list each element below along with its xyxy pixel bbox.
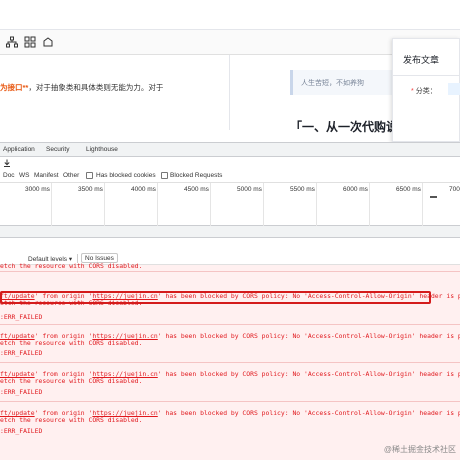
- editor-line: 为接口**，对于抽象类和具体类则无能为力。对于: [0, 82, 163, 93]
- err-failed-line: :ERR_FAILED: [0, 388, 43, 396]
- tick-label: 6000 ms: [343, 186, 368, 193]
- drawer-divider[interactable]: [0, 226, 460, 238]
- tick-label: 3000 ms: [25, 186, 50, 193]
- tick-line: [210, 183, 211, 226]
- blocked-requests-checkbox[interactable]: [161, 172, 168, 179]
- bookmark-icon[interactable]: [42, 36, 54, 48]
- publish-divider: [393, 75, 460, 76]
- tick-label: 5000 ms: [237, 186, 262, 193]
- category-option[interactable]: [448, 83, 460, 95]
- tab-application[interactable]: Application: [3, 146, 35, 153]
- tick-line: [369, 183, 370, 226]
- cors-error-continuation: etch the resource with CORS disabled.: [0, 339, 143, 347]
- tick-label: 4000 ms: [131, 186, 156, 193]
- filter-manifest[interactable]: Manifest: [34, 172, 59, 179]
- editor-toolbar: [0, 30, 460, 55]
- network-toolbar: [0, 157, 460, 169]
- tick-line: [51, 183, 52, 226]
- err-failed-line: :ERR_FAILED: [0, 427, 43, 435]
- editor-highlight-text: 为接口**: [0, 83, 29, 92]
- message-text: ' has been blocked by CORS policy: No 'A…: [157, 332, 460, 340]
- filter-doc[interactable]: Doc: [3, 172, 15, 179]
- console-separator: [0, 271, 460, 272]
- editor-body-text: ，对于抽象类和具体类则无能为力。对于: [28, 83, 164, 92]
- cors-error-continuation: etch the resource with CORS disabled.: [0, 377, 143, 385]
- required-mark: *: [411, 88, 414, 95]
- err-failed-line: :ERR_FAILED: [0, 349, 43, 357]
- page-top-area: [0, 0, 460, 30]
- tick-line: [104, 183, 105, 226]
- tick-line: [157, 183, 158, 226]
- tab-security[interactable]: Security: [46, 146, 69, 153]
- message-text: ' has been blocked by CORS policy: No 'A…: [157, 409, 460, 417]
- console-separator: [0, 362, 460, 363]
- blocked-requests-label: Blocked Requests: [170, 172, 223, 179]
- preview-quote: 人生苦短，不如养狗: [290, 70, 395, 95]
- console-separator: [0, 324, 460, 325]
- category-label: * 分类：: [411, 86, 437, 96]
- publish-panel-title: 发布文章: [403, 55, 440, 65]
- err-failed-line: :ERR_FAILED: [0, 313, 43, 321]
- tick-label: 700: [449, 186, 460, 193]
- grid-icon[interactable]: [24, 36, 36, 48]
- tick-line: [263, 183, 264, 226]
- console-line-partial: etch the resource with CORS disabled.: [0, 262, 143, 270]
- category-label-text: 分类：: [415, 88, 437, 95]
- tick-label: 5500 ms: [290, 186, 315, 193]
- tab-lighthouse[interactable]: Lighthouse: [86, 146, 118, 153]
- tick-label: 3500 ms: [78, 186, 103, 193]
- preview-quote-text: 人生苦短，不如养狗: [301, 80, 364, 87]
- download-icon[interactable]: [3, 159, 11, 167]
- has-blocked-cookies-label: Has blocked cookies: [96, 172, 156, 179]
- highlight-box: [0, 291, 431, 304]
- filter-other[interactable]: Other: [63, 172, 79, 179]
- tick-line: [316, 183, 317, 226]
- devtools-tab-bar: Application Security Lighthouse: [0, 142, 460, 157]
- has-blocked-cookies-checkbox[interactable]: [86, 172, 93, 179]
- network-timeline[interactable]: 3000 ms 3500 ms 4000 ms 4500 ms 5000 ms …: [0, 183, 460, 226]
- message-text: ' has been blocked by CORS policy: No 'A…: [157, 370, 460, 378]
- filter-ws[interactable]: WS: [19, 172, 29, 179]
- tick-label: 6500 ms: [396, 186, 421, 193]
- preview-heading: 「一、从一次代购说: [290, 120, 399, 134]
- tick-line: [422, 183, 423, 226]
- publish-panel: 发布文章 * 分类：: [392, 38, 460, 142]
- network-filter-bar: Doc WS Manifest Other Has blocked cookie…: [0, 169, 460, 183]
- cors-error-continuation: etch the resource with CORS disabled.: [0, 416, 143, 424]
- sitemap-icon[interactable]: [6, 36, 18, 48]
- timeline-request-bar: [430, 196, 437, 198]
- watermark: @稀土掘金技术社区: [383, 445, 456, 454]
- console-separator: [0, 401, 460, 402]
- tick-label: 4500 ms: [184, 186, 209, 193]
